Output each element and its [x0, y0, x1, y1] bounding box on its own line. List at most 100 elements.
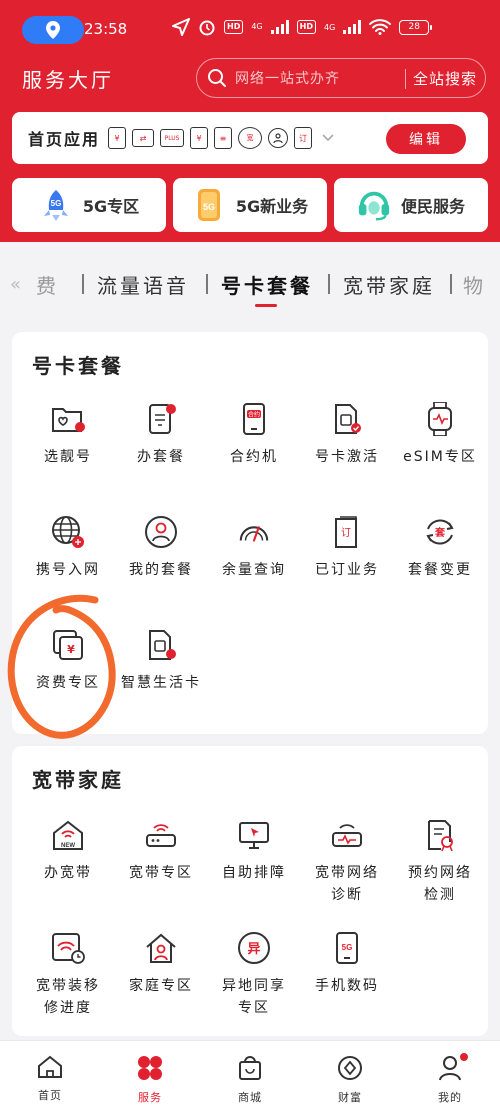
item-subscribed[interactable]: 订 已订业务	[302, 515, 392, 581]
item-esim[interactable]: eSIM专区	[395, 402, 485, 468]
tab-broadband-home[interactable]: 宽带家庭	[343, 270, 435, 299]
item-plan-change[interactable]: 套 套餐变更	[395, 515, 485, 581]
item-label-line2: 专区	[238, 1000, 270, 1016]
item-label: 异地同享 专区	[209, 975, 299, 1019]
item-label-line1: 宽带装移	[36, 978, 100, 994]
nav-service[interactable]: 服务	[110, 1055, 190, 1105]
hd-badge: HD	[224, 20, 244, 34]
item-label: 智慧生活卡	[121, 675, 201, 691]
tab-fee[interactable]: 费	[36, 270, 59, 299]
item-network-diagnose[interactable]: 宽带网络 诊断	[302, 818, 392, 906]
item-book-detection[interactable]: 预约网络 检测	[395, 818, 485, 906]
tab-scroll-left-icon[interactable]: «	[10, 274, 21, 295]
item-my-plan[interactable]: 我的套餐	[116, 515, 206, 581]
quick-badge-5g-new: 5G	[203, 202, 215, 212]
net1-label: 4G	[251, 22, 263, 31]
sim-document-icon	[149, 404, 176, 434]
item-activate-card[interactable]: 号卡激活	[302, 402, 392, 468]
tab-traffic-voice[interactable]: 流量语音	[97, 270, 189, 299]
user-icon	[439, 1056, 461, 1081]
item-label-line1: 宽带网络	[315, 865, 379, 881]
wealth-coin-icon	[338, 1056, 362, 1080]
item-apply-plan[interactable]: 办套餐	[116, 402, 206, 468]
item-broadband-zone[interactable]: 宽带专区	[116, 818, 206, 884]
tab-active-indicator	[255, 304, 277, 307]
item-label: 号卡激活	[315, 449, 379, 465]
section-number-plan: 号卡套餐 选靓号 办套餐 合约 合约机 号卡激活 eSIM专区 携号入网 我的套…	[12, 332, 488, 734]
rocket-5g-icon: 5G	[43, 190, 68, 221]
item-smart-life-card[interactable]: 智慧生活卡	[116, 628, 206, 694]
category-tabs: « 费 流量语音 号卡套餐 宽带家庭 物	[0, 262, 500, 312]
transfer-folder-icon[interactable]: ⇄	[132, 129, 155, 147]
item-label: 自助排障	[222, 865, 286, 881]
tab-separator	[450, 274, 452, 294]
remote-badge: 异	[247, 942, 260, 957]
item-label: 手机数码	[315, 978, 379, 994]
search-placeholder[interactable]: 网络一站式办齐	[235, 68, 340, 88]
folder-heart-icon	[52, 408, 85, 432]
item-pick-number[interactable]: 选靓号	[23, 402, 113, 468]
quick-badge-5g: 5G	[51, 199, 62, 208]
network-4g-2: 4G	[324, 23, 335, 32]
tab-number-plan[interactable]: 号卡套餐	[221, 270, 313, 299]
bill-list-icon[interactable]: ≡	[214, 127, 233, 149]
search-bar[interactable]: 网络一站式办齐 全站搜索	[196, 58, 486, 98]
nav-wealth[interactable]: 财富	[310, 1055, 390, 1105]
order-icon[interactable]: 订	[294, 127, 313, 149]
quick-5g-zone[interactable]: 5G 5G专区	[12, 178, 166, 232]
globe-arrow-icon	[52, 516, 84, 548]
item-contract-phone[interactable]: 合约 合约机	[209, 402, 299, 468]
item-label-line1: 预约网络	[408, 865, 472, 881]
item-remote-share[interactable]: 异 异地同享 专区	[209, 931, 299, 1019]
nav-label: 服务	[138, 1091, 162, 1104]
quick-5g-new[interactable]: 5G 5G新业务	[173, 178, 327, 232]
item-install-progress[interactable]: 宽带装移 修进度	[23, 931, 113, 1019]
yuan-card-icon[interactable]: ¥	[108, 127, 127, 149]
router-icon	[146, 824, 176, 847]
item-label-line2: 诊断	[331, 887, 363, 903]
edit-button[interactable]: 编辑	[386, 124, 466, 154]
item-label: 宽带装移 修进度	[23, 975, 113, 1019]
nav-home[interactable]: 首页	[10, 1055, 90, 1103]
nav-mine[interactable]: 我的	[410, 1053, 490, 1105]
yuan-wallet-icon[interactable]: ¥	[190, 127, 209, 149]
nav-mall[interactable]: 商城	[210, 1055, 290, 1105]
item-tariff-zone[interactable]: ¥ 资费专区	[23, 628, 113, 694]
tab-separator	[82, 274, 84, 294]
router-pulse-icon	[332, 824, 362, 847]
tab-separator	[328, 274, 330, 294]
item-self-troubleshoot[interactable]: 自助排障	[209, 818, 299, 884]
notification-dot	[460, 1053, 468, 1061]
home-apps-label: 首页应用	[28, 130, 101, 149]
wifi-clock-icon	[52, 933, 85, 964]
quick-convenience[interactable]: 便民服务	[334, 178, 488, 232]
new-badge: NEW	[61, 843, 75, 849]
item-port-in[interactable]: 携号入网	[23, 515, 113, 581]
chevron-down-icon[interactable]	[322, 131, 334, 145]
contract-badge: 合约	[248, 411, 260, 419]
person-icon	[273, 133, 283, 143]
tab-more[interactable]: 物	[463, 270, 485, 299]
battery-level: 28	[408, 22, 420, 32]
location-pill[interactable]	[22, 16, 84, 44]
headset-icon	[358, 191, 390, 221]
plus-crown-icon[interactable]: PLUS	[160, 129, 185, 147]
item-phone-digital[interactable]: 5G 手机数码	[302, 931, 392, 997]
profile-icon[interactable]	[268, 128, 289, 148]
item-family-zone[interactable]: 家庭专区	[116, 931, 206, 997]
navigation-arrow-icon	[172, 18, 190, 36]
item-balance-query[interactable]: 余量查询	[209, 515, 299, 581]
search-all-button[interactable]: 全站搜索	[413, 68, 477, 89]
shopping-bag-icon	[239, 1056, 261, 1080]
document-badge-icon	[428, 820, 453, 851]
status-time: 23:58	[84, 20, 128, 38]
broadband-icon[interactable]: 宽	[238, 127, 263, 149]
item-label: 办宽带	[44, 865, 92, 881]
plan-refresh-icon: 套	[426, 519, 454, 545]
item-label: 套餐变更	[408, 562, 472, 578]
item-label: 余量查询	[222, 562, 286, 578]
net2-label: 4G	[323, 22, 336, 32]
signal-icon	[270, 20, 289, 34]
item-label: 家庭专区	[129, 978, 193, 994]
item-apply-broadband[interactable]: NEW 办宽带	[23, 818, 113, 884]
